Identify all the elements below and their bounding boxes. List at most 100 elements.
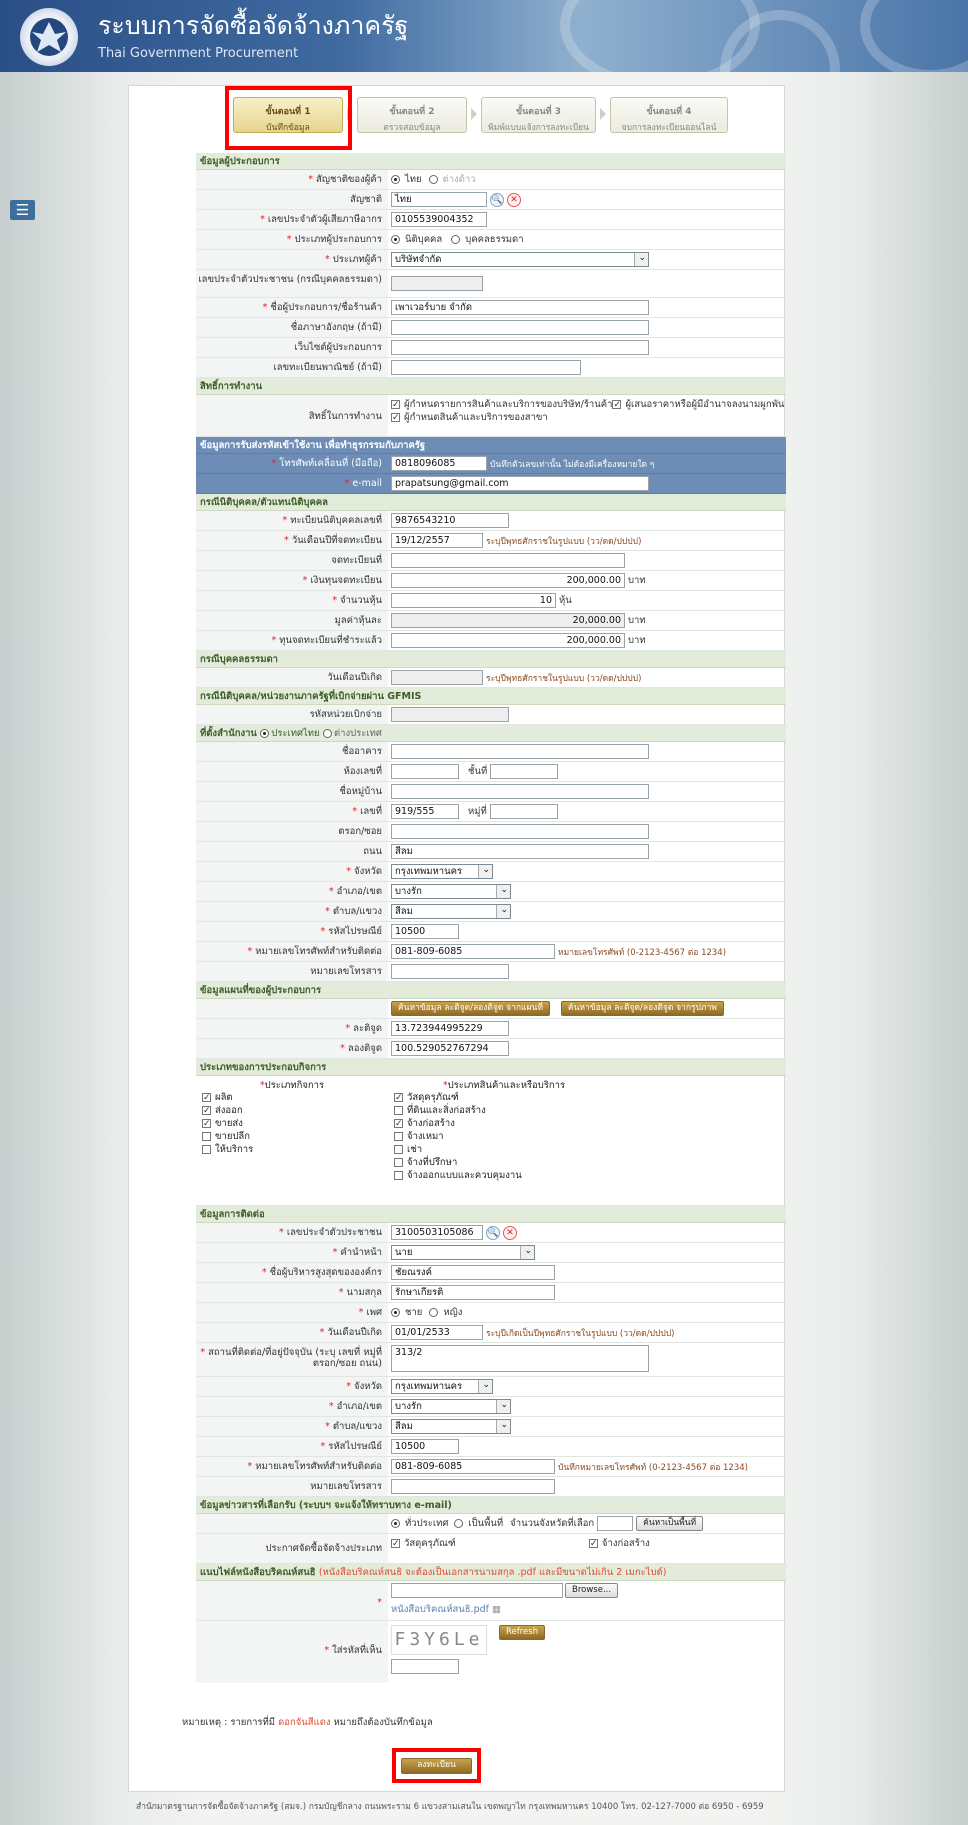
house-no-field[interactable]: 919/555 bbox=[391, 804, 459, 819]
search-icon[interactable]: 🔍 bbox=[486, 1225, 500, 1240]
attached-file-link[interactable]: หนังสือบริคณห์สนธิ.pdf ▦ bbox=[391, 1602, 501, 1617]
phone-field[interactable]: 081-809-6085 bbox=[391, 944, 555, 959]
product-checkbox[interactable] bbox=[394, 1158, 403, 1167]
radio-juristic[interactable] bbox=[391, 235, 400, 244]
radio-person[interactable] bbox=[451, 235, 461, 244]
product-checkbox[interactable] bbox=[394, 1106, 403, 1115]
chevron-down-icon: ⌄ bbox=[524, 1246, 532, 1256]
chevron-down-icon: ⌄ bbox=[500, 905, 508, 915]
contact-province-select[interactable]: กรุงเทพมหานคร ⌄ bbox=[391, 1379, 493, 1394]
shares-field[interactable]: 10 bbox=[391, 593, 556, 608]
commerce-reg-field[interactable] bbox=[391, 360, 581, 375]
map-search-button[interactable]: ค้นหาข้อมูล ละติจูด/ลองติจูด จากแผนที่ bbox=[391, 1001, 550, 1016]
paid-capital-field[interactable]: 200,000.00 bbox=[391, 633, 625, 648]
citizenid-field[interactable] bbox=[391, 276, 483, 291]
name-en-field[interactable] bbox=[391, 320, 649, 335]
contact-subdistrict-select[interactable]: สีลม ⌄ bbox=[391, 1419, 511, 1434]
operator-name-field[interactable]: เพาเวอร์บาย จำกัด bbox=[391, 300, 649, 315]
website-field[interactable] bbox=[391, 340, 649, 355]
radio-nationwide[interactable] bbox=[391, 1519, 400, 1528]
radio-office-thai[interactable] bbox=[260, 729, 270, 738]
clear-icon[interactable]: ✕ bbox=[507, 192, 521, 207]
longitude-field[interactable]: 100.529052767294 bbox=[391, 1041, 509, 1056]
contact-cid-field[interactable]: 3100503105086 bbox=[391, 1225, 483, 1240]
image-search-button[interactable]: ค้นหาข้อมูล ละติจูด/ลองติจูด จากรูปภาพ bbox=[560, 1001, 724, 1016]
capital-field[interactable]: 200,000.00 bbox=[391, 573, 625, 588]
mobile-field[interactable]: 0818096085 bbox=[391, 456, 487, 471]
radio-area[interactable] bbox=[454, 1519, 464, 1528]
chevron-down-icon: ⌄ bbox=[500, 1420, 508, 1430]
biz-checkbox[interactable]: ✓ bbox=[202, 1093, 211, 1103]
announce-checkbox[interactable]: ✓ bbox=[391, 1539, 400, 1549]
radio-foreign[interactable] bbox=[428, 175, 438, 184]
province-select[interactable]: กรุงเทพมหานคร ⌄ bbox=[391, 864, 493, 879]
district-select[interactable]: บางรัก ⌄ bbox=[391, 884, 511, 899]
captcha-input[interactable] bbox=[391, 1659, 459, 1674]
file-path-field[interactable] bbox=[391, 1583, 563, 1598]
contact-district-select[interactable]: บางรัก ⌄ bbox=[391, 1399, 511, 1414]
contact-zip-field[interactable]: 10500 bbox=[391, 1439, 459, 1454]
contact-phone-field[interactable]: 081-809-6085 bbox=[391, 1459, 555, 1474]
soi-field[interactable] bbox=[391, 824, 649, 839]
road-field[interactable]: สีลม bbox=[391, 844, 649, 859]
subdistrict-select[interactable]: สีลม ⌄ bbox=[391, 904, 511, 919]
fax-field[interactable] bbox=[391, 964, 509, 979]
radio-thai[interactable] bbox=[391, 175, 400, 184]
section-map-title: ข้อมูลแผนที่ของผู้ประกอบการ bbox=[196, 982, 786, 999]
section-person-title: กรณีบุคคลธรรมดา bbox=[196, 651, 786, 668]
radio-office-foreign[interactable] bbox=[322, 729, 332, 738]
biz-checkbox[interactable] bbox=[202, 1132, 211, 1141]
regdate-field[interactable]: 19/12/2557 bbox=[391, 533, 483, 548]
biz-checkbox[interactable] bbox=[202, 1145, 211, 1154]
prefix-select[interactable]: นาย ⌄ bbox=[391, 1245, 535, 1260]
disbursement-code-field[interactable] bbox=[391, 707, 509, 722]
taxid-field[interactable]: 0105539004352 bbox=[391, 212, 487, 227]
radio-male[interactable] bbox=[391, 1308, 400, 1317]
site-title: ระบบการจัดซื้อจัดจ้างภาครัฐ bbox=[98, 11, 409, 40]
footer-address: สำนักมาตรฐานการจัดซื้อจัดจ้างภาครัฐ (สมจ… bbox=[136, 1802, 764, 1812]
section-juristic-title: กรณีนิติบุคคล/ตัวแทนนิติบุคคล bbox=[196, 494, 786, 511]
refresh-captcha-button[interactable]: Refresh bbox=[499, 1625, 546, 1640]
zip-field[interactable]: 10500 bbox=[391, 924, 459, 939]
step-1-highlight bbox=[225, 86, 352, 150]
first-name-field[interactable]: ชัยณรงค์ bbox=[391, 1265, 555, 1280]
product-checkbox[interactable] bbox=[394, 1145, 403, 1154]
birthdate-field[interactable] bbox=[391, 670, 483, 685]
building-field[interactable] bbox=[391, 744, 649, 759]
area-search-button[interactable]: ค้นหาเป็นพื้นที่ bbox=[636, 1516, 704, 1531]
biz-checkbox[interactable]: ✓ bbox=[202, 1119, 211, 1129]
address-textarea[interactable]: 313/2 bbox=[391, 1345, 649, 1372]
room-field[interactable] bbox=[391, 764, 459, 779]
radio-female[interactable] bbox=[429, 1308, 439, 1317]
last-name-field[interactable]: รักษาเกียรติ bbox=[391, 1285, 555, 1300]
chevron-down-icon: ⌄ bbox=[500, 885, 508, 895]
announce-checkbox[interactable]: ✓ bbox=[588, 1539, 598, 1549]
floor-field[interactable] bbox=[490, 764, 559, 779]
menu-icon[interactable]: ☰ bbox=[10, 200, 35, 220]
section-attachment-title: แนบไฟล์หนังสือบริคณห์สนธิ (หนังสือบริคณห… bbox=[196, 1564, 786, 1581]
email-field[interactable]: prapatsung@gmail.com bbox=[391, 476, 649, 491]
province-count-field[interactable] bbox=[597, 1516, 634, 1531]
moo-field[interactable] bbox=[489, 804, 558, 819]
chevron-down-icon: ⌄ bbox=[482, 1380, 490, 1390]
browse-button[interactable]: Browse... bbox=[565, 1583, 619, 1598]
regat-field[interactable] bbox=[391, 553, 625, 568]
village-field[interactable] bbox=[391, 784, 649, 799]
latitude-field[interactable]: 13.723944995229 bbox=[391, 1021, 509, 1036]
step-arrow-icon bbox=[600, 108, 606, 120]
right-checkbox: ✓ bbox=[612, 400, 622, 410]
vendortype-select[interactable]: บริษัทจำกัด ⌄ bbox=[391, 252, 649, 267]
product-checkbox[interactable] bbox=[394, 1132, 403, 1141]
dob-field[interactable]: 01/01/2533 bbox=[391, 1325, 483, 1340]
register-button-highlight bbox=[392, 1748, 481, 1783]
product-checkbox[interactable] bbox=[394, 1171, 403, 1180]
clear-icon[interactable]: ✕ bbox=[503, 1225, 517, 1240]
registration-panel: ขั้นตอนที่ 1 บันทึกข้อมูล ขั้นตอนที่ 2 ตรว… bbox=[128, 85, 786, 1792]
contact-fax-field[interactable] bbox=[391, 1479, 555, 1494]
biz-checkbox[interactable]: ✓ bbox=[202, 1106, 211, 1116]
regno-field[interactable]: 9876543210 bbox=[391, 513, 509, 528]
search-icon[interactable]: 🔍 bbox=[490, 192, 504, 207]
product-checkbox[interactable]: ✓ bbox=[394, 1093, 403, 1103]
product-checkbox[interactable]: ✓ bbox=[394, 1119, 403, 1129]
nationality-field[interactable]: ไทย bbox=[391, 192, 487, 207]
